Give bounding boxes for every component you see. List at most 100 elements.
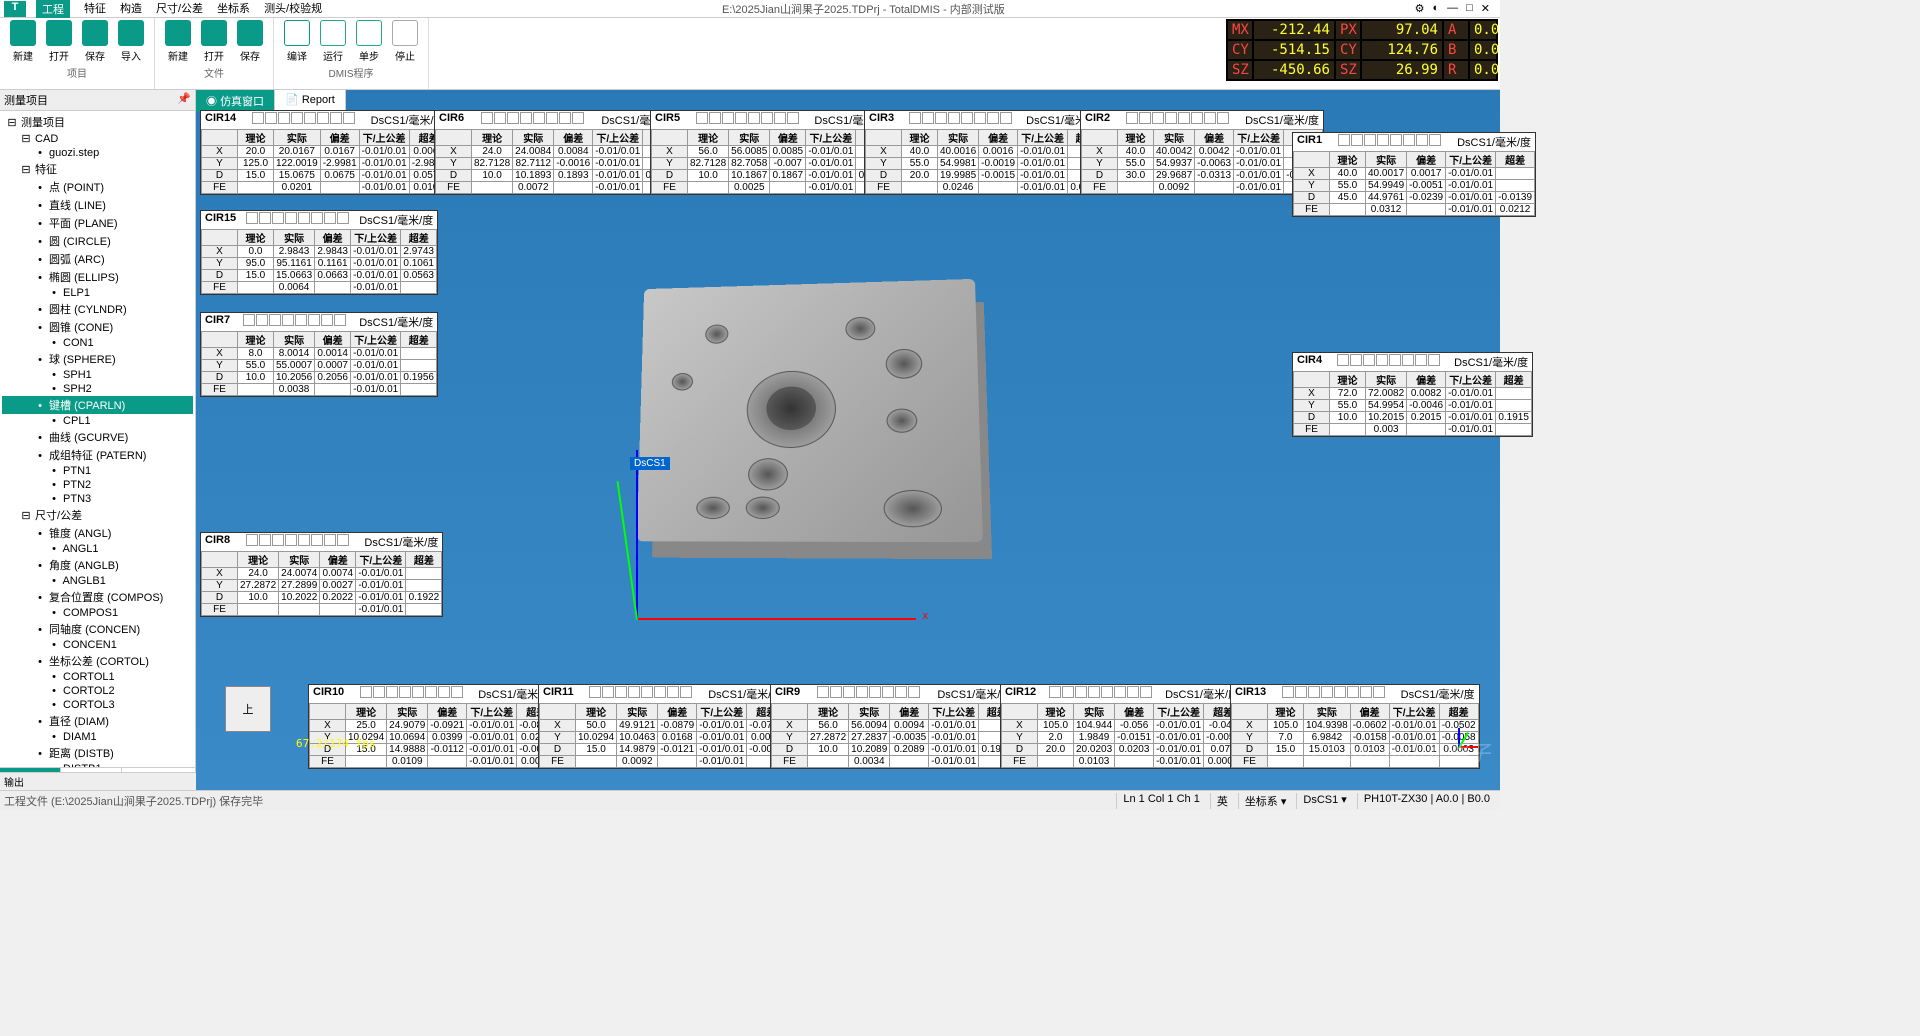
tree-node[interactable]: • CONCEN1 <box>2 638 193 652</box>
data-table-CIR11[interactable]: CIR11DsCS1/毫米/度理论实际偏差下/上公差超差X50.049.9121… <box>538 684 787 769</box>
ribbon-btn-运行[interactable]: 运行 <box>318 20 348 63</box>
tree-node[interactable]: • CORTOL3 <box>2 698 193 712</box>
minimize-icon[interactable]: — <box>1447 2 1458 15</box>
data-table-CIR5[interactable]: CIR5DsCS1/毫米/度理论实际偏差下/上公差超差X56.056.00850… <box>650 110 893 195</box>
tree-node[interactable]: • 距离 (DISTB) <box>2 744 193 762</box>
ribbon-btn-保存[interactable]: 保存 <box>235 20 265 63</box>
tree-node[interactable]: • PTN1 <box>2 464 193 478</box>
data-table-CIR3[interactable]: CIR3DsCS1/毫米/度理论实际偏差下/上公差超差X40.040.00160… <box>864 110 1105 195</box>
menu-probe[interactable]: 测头/校验规 <box>264 0 322 18</box>
close-icon[interactable]: ✕ <box>1481 2 1490 15</box>
settings-icon[interactable]: ⚙ <box>1415 2 1425 15</box>
tree-node[interactable]: • CORTOL1 <box>2 670 193 684</box>
tree-node[interactable]: ⊟ 尺寸/公差 <box>2 506 193 524</box>
tree-node[interactable]: • DIAM1 <box>2 730 193 744</box>
cad-part[interactable]: DsCS1 <box>636 280 976 620</box>
viewport[interactable]: ◉ 仿真窗口 📄 Report DsCS1 CIR14DsCS1 <box>196 90 1500 790</box>
tree-node[interactable]: • 复合位置度 (COMPOS) <box>2 588 193 606</box>
data-table-CIR7[interactable]: CIR7DsCS1/毫米/度理论实际偏差下/上公差超差X8.08.00140.0… <box>200 312 438 397</box>
tree-node[interactable]: ⊟ 特征 <box>2 160 193 178</box>
data-table-CIR12[interactable]: CIR12DsCS1/毫米/度理论实际偏差下/上公差超差X105.0104.94… <box>1000 684 1244 769</box>
tree-node[interactable]: • SPH2 <box>2 382 193 396</box>
side-header: 测量项目 <box>4 92 48 108</box>
tree-node[interactable]: • 平面 (PLANE) <box>2 214 193 232</box>
data-table-CIR15[interactable]: CIR15DsCS1/毫米/度理论实际偏差下/上公差超差X0.02.98432.… <box>200 210 438 295</box>
tree-node[interactable]: • CON1 <box>2 336 193 350</box>
window-title: E:\2025Jian山涧果子2025.TDPrj - TotalDMIS - … <box>322 1 1404 17</box>
ribbon-group-project: 项目 <box>8 65 146 80</box>
view-cube[interactable]: 上 <box>208 674 288 754</box>
ribbon-btn-新建[interactable]: 新建 <box>8 20 38 63</box>
tree-node[interactable]: • 直径 (DIAM) <box>2 712 193 730</box>
status-item[interactable]: PH10T-ZX30 | A0.0 | B0.0 <box>1357 793 1496 809</box>
status-item[interactable]: 坐标系 ▾ <box>1238 793 1293 809</box>
ribbon-btn-保存[interactable]: 保存 <box>80 20 110 63</box>
axis-y <box>636 450 638 620</box>
data-table-CIR6[interactable]: CIR6DsCS1/毫米/度理论实际偏差下/上公差超差X24.024.00840… <box>434 110 680 195</box>
tree-node[interactable]: • SPH1 <box>2 368 193 382</box>
data-table-CIR9[interactable]: CIR9DsCS1/毫米/度理论实际偏差下/上公差超差X56.056.00940… <box>770 684 1016 769</box>
tree-node[interactable]: • 圆锥 (CONE) <box>2 318 193 336</box>
menu-project[interactable]: 工程 <box>36 0 70 18</box>
ribbon-btn-新建[interactable]: 新建 <box>163 20 193 63</box>
status-item[interactable]: DsCS1 ▾ <box>1296 793 1352 809</box>
data-table-CIR4[interactable]: CIR4DsCS1/毫米/度理论实际偏差下/上公差超差X72.072.00820… <box>1292 352 1533 437</box>
ribbon-btn-打开[interactable]: 打开 <box>44 20 74 63</box>
ribbon-group-dmis: DMIS程序 <box>282 65 420 80</box>
main-menu: 工程 特征 构造 尺寸/公差 坐标系 测头/校验规 <box>30 0 322 18</box>
tree-node[interactable]: • 点 (POINT) <box>2 178 193 196</box>
pin-icon[interactable]: 📌 <box>177 92 191 108</box>
tree-node[interactable]: • 坐标公差 (CORTOL) <box>2 652 193 670</box>
menu-coord[interactable]: 坐标系 <box>217 0 250 18</box>
tree-node[interactable]: • CORTOL2 <box>2 684 193 698</box>
tree-node[interactable]: • COMPOS1 <box>2 606 193 620</box>
status-item[interactable]: 英 <box>1210 793 1234 809</box>
tree-node[interactable]: • guozi.step <box>2 146 193 160</box>
data-table-CIR2[interactable]: CIR2DsCS1/毫米/度理论实际偏差下/上公差超差X40.040.00420… <box>1080 110 1324 195</box>
tree-node[interactable]: • 圆弧 (ARC) <box>2 250 193 268</box>
data-table-CIR1[interactable]: CIR1DsCS1/毫米/度理论实际偏差下/上公差超差X40.040.00170… <box>1292 132 1536 217</box>
tree-node[interactable]: • PTN3 <box>2 492 193 506</box>
tree-node[interactable]: • 成组特征 (PATERN) <box>2 446 193 464</box>
ribbon-btn-导入[interactable]: 导入 <box>116 20 146 63</box>
data-table-CIR14[interactable]: CIR14DsCS1/毫米/度理论实际偏差下/上公差超差X20.020.0167… <box>200 110 450 195</box>
vtab-report[interactable]: 📄 Report <box>275 90 346 112</box>
project-tree[interactable]: ⊟ 测量项目⊟ CAD• guozi.step⊟ 特征• 点 (POINT)• … <box>0 111 195 767</box>
menu-feature[interactable]: 特征 <box>84 0 106 18</box>
help-icon[interactable]: ◐ <box>1432 2 1439 15</box>
ribbon-btn-打开[interactable]: 打开 <box>199 20 229 63</box>
tree-node[interactable]: • ELP1 <box>2 286 193 300</box>
tree-node[interactable]: • CPL1 <box>2 414 193 428</box>
tree-node[interactable]: • 圆 (CIRCLE) <box>2 232 193 250</box>
tree-node[interactable]: • 椭圆 (ELLIPS) <box>2 268 193 286</box>
tree-node[interactable]: • 角度 (ANGLB) <box>2 556 193 574</box>
tree-node[interactable]: • ANGL1 <box>2 542 193 556</box>
status-bar: 工程文件 (E:\2025Jian山涧果子2025.TDPrj) 保存完毕 Ln… <box>0 790 1500 810</box>
menu-tolerance[interactable]: 尺寸/公差 <box>156 0 203 18</box>
vtab-sim[interactable]: ◉ 仿真窗口 <box>196 90 275 112</box>
tree-node[interactable]: • 键槽 (CPARLN) <box>2 396 193 414</box>
tree-node[interactable]: • 球 (SPHERE) <box>2 350 193 368</box>
ribbon-btn-编译[interactable]: 编译 <box>282 20 312 63</box>
data-table-CIR10[interactable]: CIR10DsCS1/毫米/度理论实际偏差下/上公差超差X25.024.9079… <box>308 684 557 769</box>
tree-node[interactable]: • 锥度 (ANGL) <box>2 524 193 542</box>
status-message: 工程文件 (E:\2025Jian山涧果子2025.TDPrj) 保存完毕 <box>0 793 1116 809</box>
tree-node[interactable]: ⊟ CAD <box>2 131 193 146</box>
output-header[interactable]: 输出 <box>0 772 196 790</box>
app-logo: T <box>4 1 26 17</box>
tree-node[interactable]: • 同轴度 (CONCEN) <box>2 620 193 638</box>
tree-node[interactable]: • 直线 (LINE) <box>2 196 193 214</box>
tree-node[interactable]: • 圆柱 (CYLNDR) <box>2 300 193 318</box>
maximize-icon[interactable]: □ <box>1466 2 1473 15</box>
ribbon-btn-停止[interactable]: 停止 <box>390 20 420 63</box>
cs-label: DsCS1 <box>630 457 670 470</box>
status-item[interactable]: Ln 1 Col 1 Ch 1 <box>1116 793 1205 809</box>
menu-construct[interactable]: 构造 <box>120 0 142 18</box>
tree-node[interactable]: • PTN2 <box>2 478 193 492</box>
tree-node[interactable]: • ANGLB1 <box>2 574 193 588</box>
ribbon-btn-单步[interactable]: 单步 <box>354 20 384 63</box>
tree-node[interactable]: ⊟ 测量项目 <box>2 113 193 131</box>
data-table-CIR8[interactable]: CIR8DsCS1/毫米/度理论实际偏差下/上公差超差X24.024.00740… <box>200 532 443 617</box>
tree-node[interactable]: • 曲线 (GCURVE) <box>2 428 193 446</box>
dro-panel: MX-212.44PX97.04A0.0CY-514.15CY124.76B0.… <box>1226 19 1498 81</box>
